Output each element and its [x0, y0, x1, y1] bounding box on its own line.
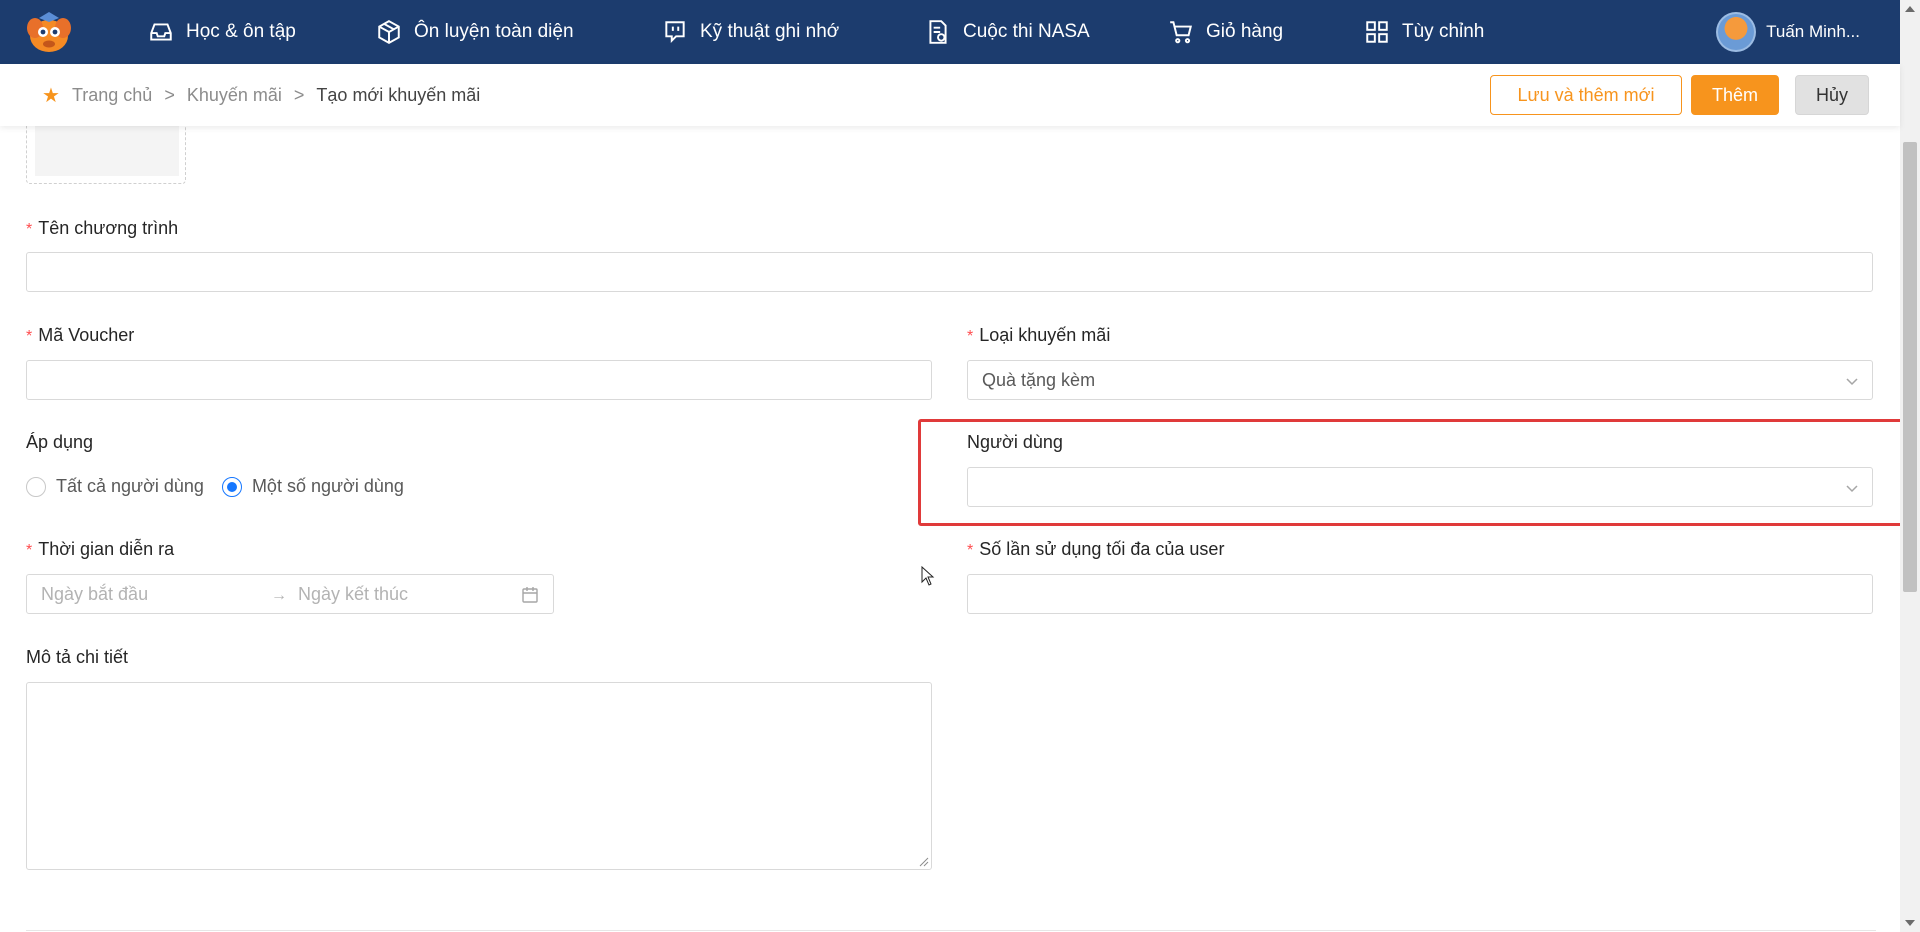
user-menu[interactable]: Tuấn Minh...	[1716, 0, 1860, 64]
upload-preview	[35, 126, 179, 176]
avatar	[1716, 12, 1757, 52]
highlight-box	[918, 419, 1909, 526]
max-usage-label: * Số lần sử dụng tối đa của user	[967, 539, 1225, 559]
breadcrumb-current: Tạo mới khuyến mãi	[316, 84, 481, 105]
breadcrumb-bar: ★ Trang chủ > Khuyến mãi > Tạo mới khuyế…	[0, 64, 1900, 126]
voucher-code-input[interactable]	[26, 360, 932, 400]
page-scrollbar[interactable]	[1900, 0, 1920, 932]
nav-item-label: Cuộc thi NASA	[963, 21, 1090, 42]
program-name-input[interactable]	[26, 252, 1873, 292]
breadcrumb: ★ Trang chủ > Khuyến mãi > Tạo mới khuyế…	[42, 64, 480, 126]
image-upload[interactable]	[26, 118, 186, 184]
calendar-icon	[522, 587, 538, 603]
breadcrumb-home[interactable]: Trang chủ	[72, 85, 152, 106]
cube-icon	[378, 20, 400, 44]
divider	[26, 930, 1876, 931]
scroll-up-icon[interactable]	[1905, 6, 1915, 12]
mouse-cursor-icon	[921, 566, 935, 586]
inbox-icon	[150, 23, 172, 41]
grid-icon	[1366, 21, 1388, 43]
required-marker: *	[26, 221, 33, 238]
apply-radio-group: Tất cả người dùng Một số người dùng	[26, 476, 404, 497]
required-marker: *	[967, 328, 974, 345]
scroll-down-icon[interactable]	[1905, 920, 1915, 926]
scroll-thumb[interactable]	[1903, 142, 1917, 592]
promo-type-label: * Loại khuyến mãi	[967, 325, 1111, 345]
nav-item-label: Tùy chỉnh	[1402, 21, 1485, 42]
radio-button[interactable]	[26, 476, 46, 497]
nav-item-customize[interactable]: Tùy chỉnh	[1364, 0, 1484, 64]
nav-item-label: Kỹ thuật ghi nhớ	[700, 21, 840, 42]
date-range-picker[interactable]: Ngày bắt đầu → Ngày kết thúc	[26, 574, 554, 614]
required-marker: *	[26, 542, 33, 559]
resize-handle-icon[interactable]	[919, 857, 929, 867]
nav-item-memory[interactable]: Kỹ thuật ghi nhớ	[662, 0, 839, 64]
start-date-input[interactable]: Ngày bắt đầu	[41, 575, 148, 613]
star-icon: ★	[42, 84, 60, 107]
nav-item-label: Học & ôn tập	[186, 21, 296, 42]
required-marker: *	[967, 542, 974, 559]
voucher-code-label: * Mã Voucher	[26, 325, 135, 345]
cancel-button[interactable]: Hủy	[1795, 75, 1869, 115]
breadcrumb-section[interactable]: Khuyến mãi	[187, 85, 282, 106]
nav-item-learn[interactable]: Học & ôn tập	[148, 0, 296, 64]
nav-item-cart[interactable]: Giỏ hàng	[1168, 0, 1283, 64]
arrow-right-icon: →	[271, 587, 287, 604]
save-and-new-button[interactable]: Lưu và thêm mới	[1490, 75, 1682, 115]
add-button[interactable]: Thêm	[1691, 75, 1779, 115]
top-navbar: Học & ôn tập Ôn luyện toàn diện Kỹ thuật…	[0, 0, 1900, 64]
radio-label: Một số người dùng	[251, 476, 404, 496]
description-label: Mô tả chi tiết	[26, 647, 129, 667]
radio-button-selected[interactable]	[221, 476, 242, 497]
nav-item-label: Ôn luyện toàn diện	[414, 21, 574, 42]
radio-label: Tất cả người dùng	[56, 476, 204, 496]
apply-label: Áp dụng	[26, 432, 94, 452]
max-usage-input[interactable]	[967, 574, 1873, 614]
document-check-icon	[929, 20, 947, 44]
nav-item-practice[interactable]: Ôn luyện toàn diện	[376, 0, 574, 64]
chat-bubble-icon	[665, 21, 685, 44]
end-date-input[interactable]: Ngày kết thúc	[298, 575, 408, 613]
nav-item-contest[interactable]: Cuộc thi NASA	[925, 0, 1090, 64]
cart-icon	[1170, 21, 1192, 44]
breadcrumb-separator: >	[164, 84, 175, 105]
program-name-label: * Tên chương trình	[26, 218, 179, 238]
radio-some-users[interactable]: Một số người dùng	[221, 476, 404, 497]
logo-icon[interactable]	[25, 10, 73, 54]
description-textarea[interactable]	[26, 682, 932, 870]
user-name: Tuấn Minh...	[1766, 22, 1860, 41]
required-marker: *	[26, 328, 33, 345]
breadcrumb-separator: >	[293, 84, 305, 105]
radio-all-users[interactable]: Tất cả người dùng	[26, 476, 204, 497]
promo-type-select[interactable]: Quà tặng kèm	[967, 360, 1873, 400]
duration-label: * Thời gian diễn ra	[26, 539, 175, 559]
chevron-down-icon	[1846, 378, 1858, 386]
nav-item-label: Giỏ hàng	[1206, 21, 1284, 42]
